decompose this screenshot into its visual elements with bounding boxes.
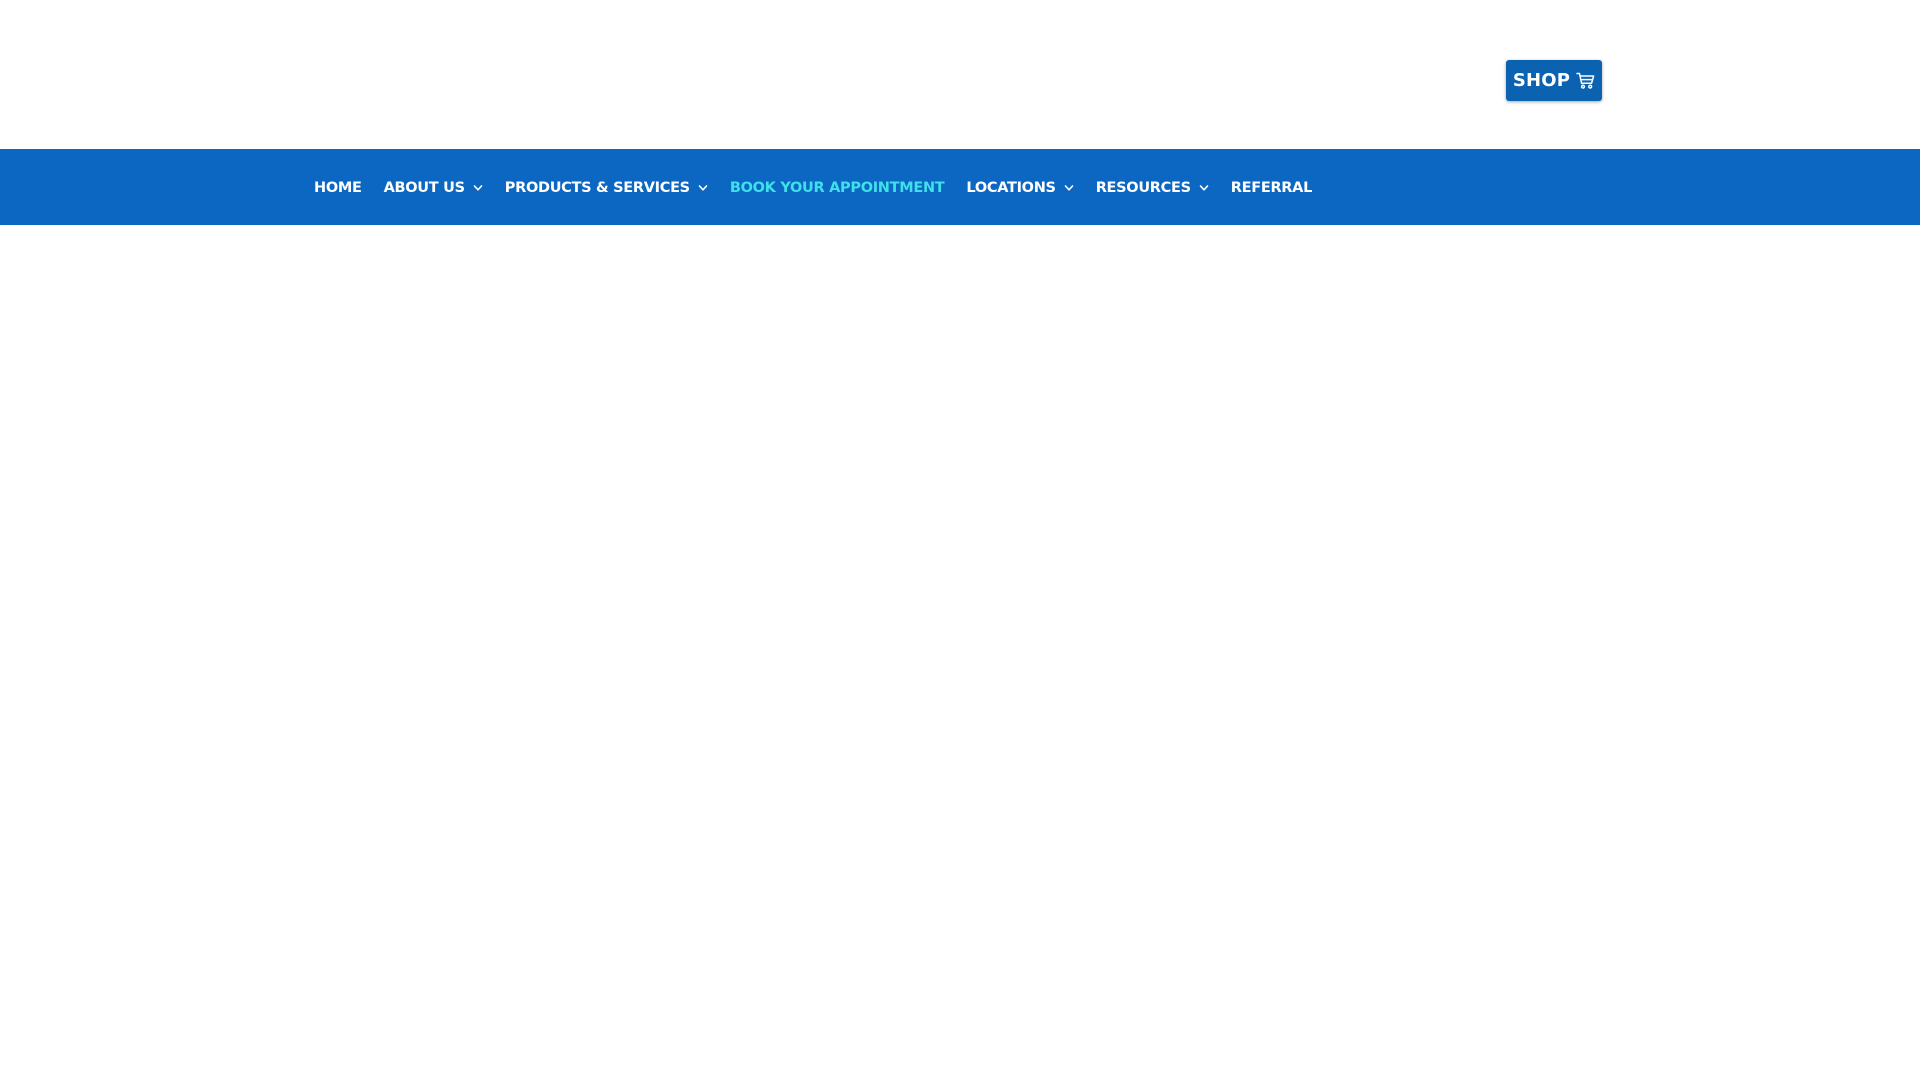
nav-item-locations[interactable]: LOCATIONS [966, 180, 1073, 196]
nav-item-label: BOOK YOUR APPOINTMENT [729, 180, 945, 196]
page: SHOP HOME ABOUT US PRODUCTS & SERVICES B… [0, 0, 1920, 1080]
chevron-down-icon [698, 184, 708, 192]
main-content [0, 225, 1920, 1080]
shop-button-label: SHOP [1512, 70, 1571, 91]
nav-item-about-us[interactable]: ABOUT US [384, 180, 483, 196]
nav-item-label: PRODUCTS & SERVICES [504, 180, 690, 196]
main-navigation: HOME ABOUT US PRODUCTS & SERVICES BOOK Y… [0, 149, 1920, 225]
nav-item-resources[interactable]: RESOURCES [1096, 180, 1209, 196]
shop-button[interactable]: SHOP [1506, 60, 1602, 101]
nav-item-label: LOCATIONS [966, 180, 1056, 196]
nav-item-products-services[interactable]: PRODUCTS & SERVICES [505, 180, 708, 196]
chevron-down-icon [1199, 184, 1209, 192]
chevron-down-icon [1064, 184, 1074, 192]
nav-item-label: REFERRAL [1230, 180, 1313, 196]
nav-item-home[interactable]: HOME [314, 180, 362, 196]
cart-icon [1576, 72, 1595, 89]
nav-item-label: RESOURCES [1095, 180, 1191, 196]
nav-item-label: ABOUT US [383, 180, 465, 196]
nav-list: HOME ABOUT US PRODUCTS & SERVICES BOOK Y… [314, 149, 1334, 225]
nav-item-referral[interactable]: REFERRAL [1230, 180, 1313, 196]
nav-item-label: HOME [314, 180, 362, 196]
chevron-down-icon [473, 184, 483, 192]
nav-item-book-appointment[interactable]: BOOK YOUR APPOINTMENT [730, 180, 945, 196]
top-header: SHOP [0, 0, 1920, 149]
